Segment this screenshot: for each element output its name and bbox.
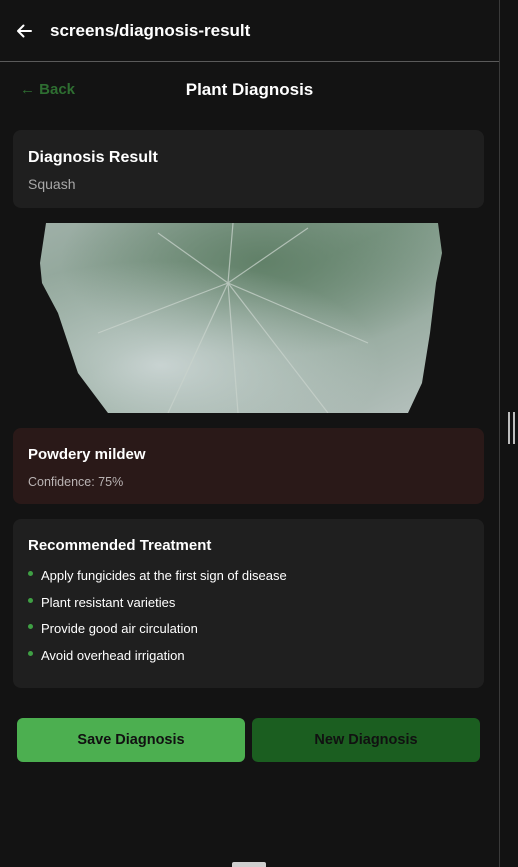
bullet-icon xyxy=(28,624,33,629)
treatment-item: Apply fungicides at the first sign of di… xyxy=(28,563,469,590)
result-heading: Diagnosis Result xyxy=(28,149,158,166)
treatment-item: Plant resistant varieties xyxy=(28,590,469,617)
treatment-list: Apply fungicides at the first sign of di… xyxy=(28,563,469,669)
disease-name: Powdery mildew xyxy=(28,446,146,463)
top-header: screens/diagnosis-result xyxy=(0,0,499,62)
resize-handle[interactable] xyxy=(508,412,515,444)
page-navbar: ← Back Plant Diagnosis xyxy=(0,62,499,118)
treatment-item: Provide good air circulation xyxy=(28,616,469,643)
disease-card: Powdery mildew Confidence: 75% xyxy=(13,428,484,504)
treatment-heading: Recommended Treatment xyxy=(28,537,212,554)
bottom-drag-tab[interactable] xyxy=(232,862,266,867)
back-link[interactable]: ← Back xyxy=(20,81,75,98)
treatment-card: Recommended Treatment Apply fungicides a… xyxy=(13,519,484,688)
bullet-icon xyxy=(28,597,33,603)
new-diagnosis-button[interactable]: New Diagnosis xyxy=(252,718,480,762)
diagnosis-result-card: Diagnosis Result Squash xyxy=(13,130,484,208)
bullet-icon xyxy=(28,571,33,576)
treatment-item: Avoid overhead irrigation xyxy=(28,643,469,670)
confidence-text: Confidence: 75% xyxy=(28,475,124,489)
app-frame: screens/diagnosis-result ← Back Plant Di… xyxy=(0,0,500,867)
header-title: screens/diagnosis-result xyxy=(50,20,251,40)
save-diagnosis-button[interactable]: Save Diagnosis xyxy=(17,718,245,762)
bullet-icon xyxy=(28,650,33,656)
plant-name: Squash xyxy=(28,176,76,192)
leaf-image xyxy=(38,222,444,414)
arrow-left-icon[interactable] xyxy=(12,19,36,43)
